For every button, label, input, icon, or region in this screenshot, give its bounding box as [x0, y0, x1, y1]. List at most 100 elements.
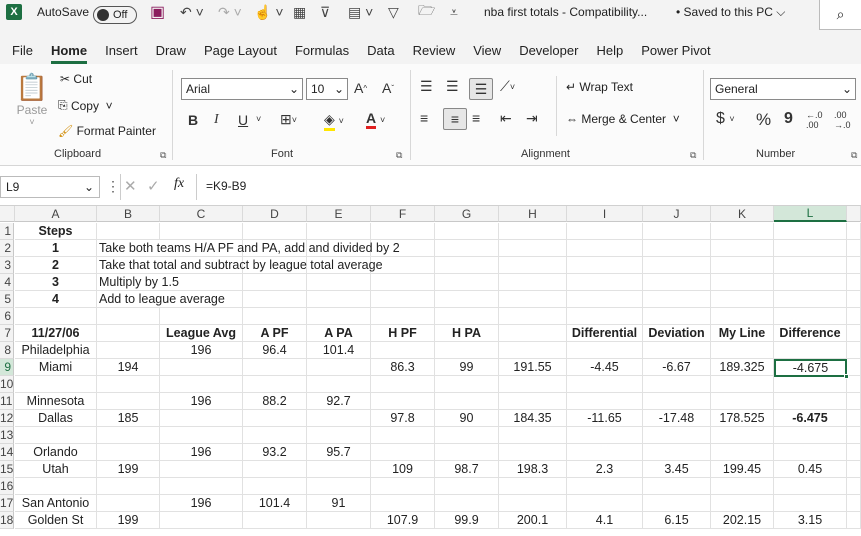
- cell-i15[interactable]: 2.3: [567, 461, 643, 478]
- cell-i2[interactable]: [567, 240, 643, 257]
- save-icon[interactable]: ▣: [150, 0, 165, 24]
- cell-k9[interactable]: 189.325: [711, 359, 774, 376]
- cell-j4[interactable]: [643, 274, 711, 291]
- align-right-icon[interactable]: ≡: [472, 110, 480, 126]
- tab-insert[interactable]: Insert: [96, 43, 147, 64]
- cell-c1[interactable]: [160, 223, 243, 240]
- cell-f10[interactable]: [371, 376, 435, 393]
- cell-j11[interactable]: [643, 393, 711, 410]
- cell-h9[interactable]: 191.55: [499, 359, 567, 376]
- more-options-icon[interactable]: ⋮: [106, 178, 120, 195]
- cell-g14[interactable]: [435, 444, 499, 461]
- cell-d7[interactable]: A PF: [243, 325, 307, 342]
- cell-g6[interactable]: [435, 308, 499, 325]
- column-header-f[interactable]: F: [371, 206, 435, 222]
- cell-h13[interactable]: [499, 427, 567, 444]
- cell-j2[interactable]: [643, 240, 711, 257]
- increase-decimal-icon[interactable]: ←.0.00: [806, 110, 823, 130]
- cell-i3[interactable]: [567, 257, 643, 274]
- cell-a7[interactable]: 11/27/06: [15, 325, 97, 342]
- cell-h15[interactable]: 198.3: [499, 461, 567, 478]
- cell-b15[interactable]: 199: [97, 461, 160, 478]
- cell-j6[interactable]: [643, 308, 711, 325]
- cell-c18[interactable]: [160, 512, 243, 529]
- grow-font-icon[interactable]: A ^: [354, 80, 367, 96]
- cell-l3[interactable]: [774, 257, 847, 274]
- sort-icon[interactable]: ▤ ˅: [348, 0, 373, 24]
- cell-k16[interactable]: [711, 478, 774, 495]
- cell-m3[interactable]: [847, 257, 861, 274]
- cell-k14[interactable]: [711, 444, 774, 461]
- cell-d8[interactable]: 96.4: [243, 342, 307, 359]
- cell-c13[interactable]: [160, 427, 243, 444]
- cell-e18[interactable]: [307, 512, 371, 529]
- decrease-decimal-icon[interactable]: .00 →.0: [834, 110, 851, 130]
- cell-j12[interactable]: -17.48: [643, 410, 711, 427]
- cell-i11[interactable]: [567, 393, 643, 410]
- italic-button[interactable]: I: [214, 112, 219, 128]
- cell-e1[interactable]: [307, 223, 371, 240]
- cell-b13[interactable]: [97, 427, 160, 444]
- row-header-14[interactable]: 14: [0, 444, 14, 461]
- cell-e6[interactable]: [307, 308, 371, 325]
- cell-m7[interactable]: [847, 325, 861, 342]
- cell-l11[interactable]: [774, 393, 847, 410]
- paste-button[interactable]: 📋 Paste ˅: [14, 72, 50, 127]
- align-middle-icon[interactable]: ☰: [446, 78, 459, 95]
- cell-m8[interactable]: [847, 342, 861, 359]
- cell-k12[interactable]: 178.525: [711, 410, 774, 427]
- column-header-b[interactable]: B: [97, 206, 160, 222]
- redo-icon[interactable]: ↷ ˅: [218, 0, 242, 24]
- cell-j3[interactable]: [643, 257, 711, 274]
- cell-c17[interactable]: 196: [160, 495, 243, 512]
- copy-button[interactable]: ⎘ Copy ˅: [58, 98, 113, 113]
- tab-draw[interactable]: Draw: [147, 43, 195, 64]
- cell-c14[interactable]: 196: [160, 444, 243, 461]
- cell-e10[interactable]: [307, 376, 371, 393]
- row-header-12[interactable]: 12: [0, 410, 14, 427]
- cell-j9[interactable]: -6.67: [643, 359, 711, 376]
- row-header-17[interactable]: 17: [0, 495, 14, 512]
- cell-g12[interactable]: 90: [435, 410, 499, 427]
- row-header-9[interactable]: 9: [0, 359, 14, 376]
- column-header-k[interactable]: K: [711, 206, 774, 222]
- fill-handle[interactable]: [844, 374, 849, 379]
- tab-page-layout[interactable]: Page Layout: [195, 43, 286, 64]
- cell-a10[interactable]: [15, 376, 97, 393]
- cell-c16[interactable]: [160, 478, 243, 495]
- number-format-select[interactable]: General ⌄: [710, 78, 856, 100]
- undo-icon[interactable]: ↶ ˅: [180, 0, 204, 24]
- tab-developer[interactable]: Developer: [510, 43, 587, 64]
- cell-a12[interactable]: Dallas: [15, 410, 97, 427]
- cell-l13[interactable]: [774, 427, 847, 444]
- tab-review[interactable]: Review: [404, 43, 465, 64]
- cell-h10[interactable]: [499, 376, 567, 393]
- cell-m11[interactable]: [847, 393, 861, 410]
- cell-h4[interactable]: [499, 274, 567, 291]
- cell-k10[interactable]: [711, 376, 774, 393]
- cell-d12[interactable]: [243, 410, 307, 427]
- cell-d1[interactable]: [243, 223, 307, 240]
- cell-a15[interactable]: Utah: [15, 461, 97, 478]
- cell-h18[interactable]: 200.1: [499, 512, 567, 529]
- cell-b4[interactable]: Multiply by 1.5: [97, 274, 497, 291]
- customize-icon[interactable]: ⩡: [450, 0, 458, 24]
- cell-c15[interactable]: [160, 461, 243, 478]
- cell-i1[interactable]: [567, 223, 643, 240]
- cell-m9[interactable]: [847, 359, 861, 376]
- cell-m6[interactable]: [847, 308, 861, 325]
- cell-l10[interactable]: [774, 376, 847, 393]
- font-color-icon[interactable]: A ˅: [366, 110, 385, 129]
- cell-a5[interactable]: 4: [15, 291, 97, 308]
- open-icon[interactable]: 🗁: [418, 0, 435, 24]
- borders-icon[interactable]: ⊞ ˅: [280, 111, 297, 128]
- cell-i10[interactable]: [567, 376, 643, 393]
- form-icon[interactable]: ▦: [293, 0, 306, 24]
- cell-m10[interactable]: [847, 376, 861, 393]
- cell-d13[interactable]: [243, 427, 307, 444]
- cell-c12[interactable]: [160, 410, 243, 427]
- row-header-4[interactable]: 4: [0, 274, 14, 291]
- cell-i4[interactable]: [567, 274, 643, 291]
- cell-j5[interactable]: [643, 291, 711, 308]
- cell-i14[interactable]: [567, 444, 643, 461]
